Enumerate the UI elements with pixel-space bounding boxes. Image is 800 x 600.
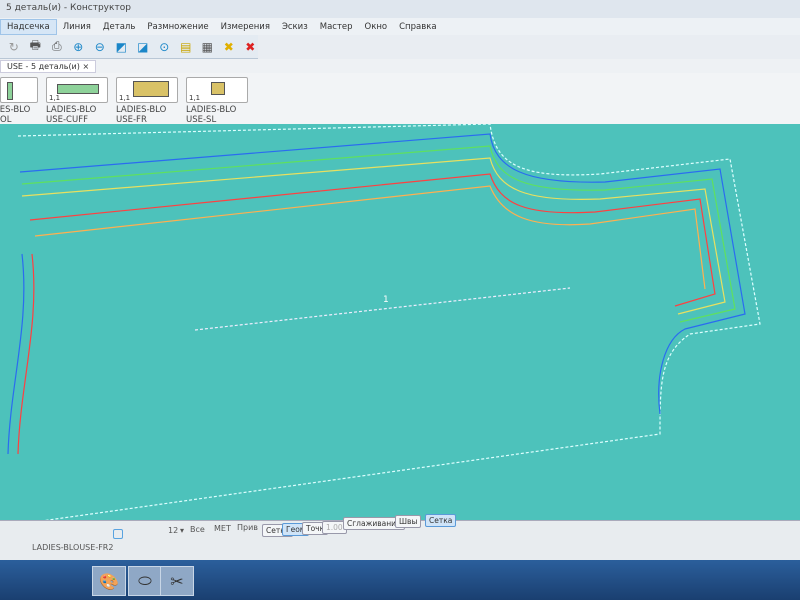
delete-red-icon[interactable]: ✖ — [243, 39, 259, 55]
taskbar-app-cad[interactable]: ⬭ — [128, 566, 162, 596]
menu-nadsechka[interactable]: Надсечка — [0, 18, 57, 35]
piece-item[interactable]: LADIES-BLOOL — [0, 77, 38, 128]
piece-scale: 1,1 — [119, 94, 131, 102]
zoom-all-icon[interactable]: ◪ — [135, 39, 151, 55]
menu-detal[interactable]: Деталь — [97, 20, 141, 34]
tab-label: USE - 5 деталь(и) — [7, 61, 80, 71]
piece-scale: 1,1 — [49, 94, 61, 102]
size-all-label: Все — [190, 525, 205, 534]
plotter-icon[interactable]: 🖶 — [28, 38, 44, 55]
menu-bar: Надсечка Линия Деталь Размножение Измере… — [0, 18, 800, 35]
pattern-outline-white — [17, 124, 761, 520]
piece-name-status: LADIES-BLOUSE-FR2 — [32, 543, 114, 552]
document-tabs: USE - 5 деталь(и) × — [0, 59, 800, 73]
pattern-line-yellow — [21, 157, 726, 315]
title-bar: 5 деталь(и) - Конструктор — [0, 0, 800, 18]
piece-name: LADIES-BLO — [46, 105, 97, 115]
menu-izmereniya[interactable]: Измерения — [215, 20, 276, 34]
taskbar: 🎨 ⬭ ✂ — [0, 560, 800, 600]
side-seam-blue — [7, 253, 25, 455]
units-label: МЕТ — [214, 524, 231, 533]
piece-item[interactable]: 1,1 LADIES-BLO USE-FR — [116, 77, 178, 128]
menu-master[interactable]: Мастер — [314, 20, 359, 34]
piece-thumbnail: 1,1 — [116, 77, 178, 103]
taskbar-app-paint[interactable]: 🎨 — [92, 566, 126, 596]
menu-okno[interactable]: Окно — [359, 20, 394, 34]
window-title: 5 деталь(и) - Конструктор — [6, 3, 131, 13]
report-icon[interactable]: ▦ — [200, 39, 216, 55]
pattern-line-blue — [19, 133, 746, 415]
status-bar: LADIES-BLOUSE-FR2 12 ▾ Все МЕТ Прив Сетк… — [0, 514, 800, 560]
layout-icon[interactable]: ▤ — [178, 39, 194, 55]
seams-button[interactable]: Швы — [395, 515, 422, 528]
notch-label: 1 — [383, 295, 389, 305]
zoom-out-icon[interactable]: ⊖ — [92, 39, 108, 55]
piece-list: LADIES-BLOOL 1,1 LADIES-BLOUSE-CUFF 1,1 … — [0, 73, 800, 129]
piece-thumbnail: 1,1 — [186, 77, 248, 103]
menu-eskiz[interactable]: Эскиз — [276, 20, 314, 34]
menu-liniya[interactable]: Линия — [57, 20, 97, 34]
pattern-drawing: 1 — [7, 124, 761, 520]
size-select[interactable]: 12 — [168, 526, 178, 535]
zoom-1-1-icon[interactable]: ⊙ — [157, 39, 173, 55]
application-window: 5 деталь(и) - Конструктор Надсечка Линия… — [0, 0, 800, 560]
close-tab-icon[interactable]: × — [82, 62, 89, 71]
piece-name: LADIES-BLO — [186, 105, 237, 115]
piece-scale: 1,1 — [189, 94, 201, 102]
piece-item[interactable]: 1,1 LADIES-BLO USE-CUFF — [46, 77, 108, 128]
taskbar-app-konstruktor[interactable]: ✂ — [160, 566, 194, 596]
pattern-line-red — [29, 173, 716, 307]
piece-thumbnail — [0, 77, 38, 103]
delete-yellow-icon[interactable]: ✖ — [221, 39, 237, 55]
piece-item[interactable]: 1,1 LADIES-BLO USE-SL — [186, 77, 248, 128]
menu-spravka[interactable]: Справка — [393, 20, 442, 34]
toolbar: ↻ 🖶 ⎙ ⊕ ⊖ ◩ ◪ ⊙ ▤ ▦ ✖ ✖ — [0, 35, 258, 59]
print-icon[interactable]: ⎙ — [49, 39, 65, 55]
redo-icon[interactable]: ↻ — [6, 39, 22, 55]
zoom-piece-icon[interactable]: ◩ — [114, 39, 130, 55]
grid-button-2[interactable]: Сетка — [425, 514, 457, 527]
snap-label: Прив — [237, 523, 259, 532]
side-seam-red — [17, 253, 35, 455]
piece-thumbnail: 1,1 — [46, 77, 108, 103]
piece-checkbox[interactable] — [113, 529, 123, 539]
menu-razmnozhenie[interactable]: Размножение — [141, 20, 214, 34]
drawing-canvas[interactable]: 1 — [0, 124, 800, 520]
zoom-in-icon[interactable]: ⊕ — [71, 39, 87, 55]
chevron-down-icon[interactable]: ▾ — [180, 526, 184, 535]
piece-name: LADIES-BLO — [0, 105, 31, 115]
pattern-line-green — [21, 145, 736, 323]
piece-name: LADIES-BLO — [116, 105, 167, 115]
document-tab[interactable]: USE - 5 деталь(и) × — [0, 59, 97, 73]
pattern-line-orange — [34, 185, 706, 290]
